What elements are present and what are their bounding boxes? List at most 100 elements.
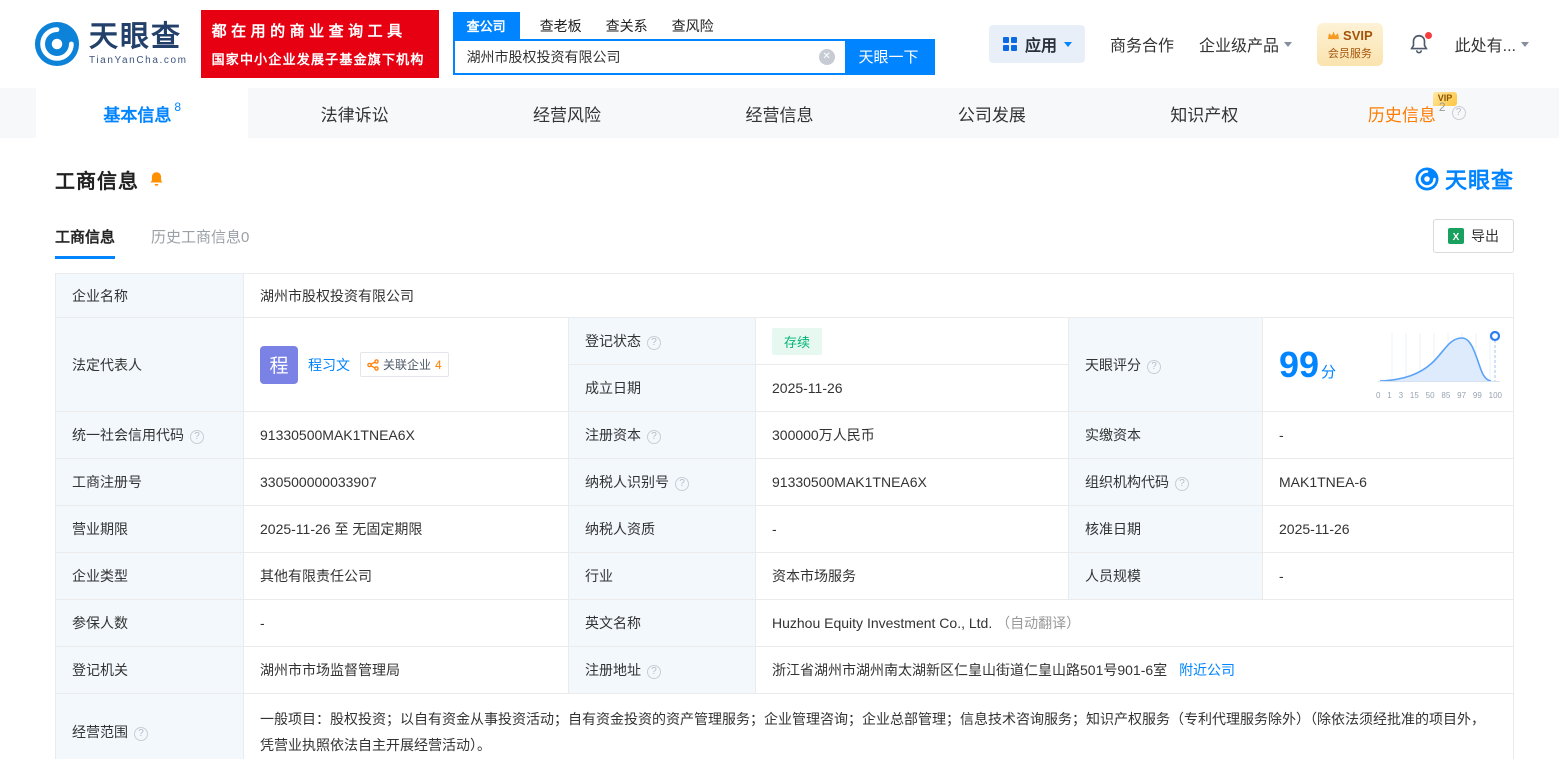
main-content: 工商信息 天眼查 工商信息 历史工商信息0 X 导出 企业名称 湖州市股权投资有… xyxy=(0,138,1559,759)
more-menu[interactable]: 此处有... xyxy=(1455,32,1529,56)
tab-operation-info[interactable]: 经营信息 xyxy=(673,88,885,138)
tab-legal-proceedings[interactable]: 法律诉讼 xyxy=(248,88,460,138)
banner-line1: 都在用的商业查询工具 xyxy=(211,23,407,40)
tianyancha-logo-icon xyxy=(34,21,80,67)
svip-label: SVIP xyxy=(1343,27,1373,43)
export-button[interactable]: X 导出 xyxy=(1433,219,1514,253)
help-icon[interactable] xyxy=(134,727,148,741)
taxpayer-id-value: 91330500MAK1TNEA6X xyxy=(755,458,1069,506)
tianyancha-logo-icon xyxy=(1415,167,1439,191)
main-nav-tabs: 基本信息 8 法律诉讼 经营风险 经营信息 公司发展 知识产权 VIP 历史信息… xyxy=(0,88,1559,138)
legal-rep-avatar[interactable]: 程 xyxy=(260,345,298,384)
related-companies-badge[interactable]: 关联企业 4 xyxy=(360,352,449,377)
help-icon[interactable] xyxy=(647,336,661,350)
apps-button[interactable]: 应用 xyxy=(988,25,1085,63)
staff-size-label: 人员规模 xyxy=(1068,552,1263,600)
org-code-label: 组织机构代码 xyxy=(1085,474,1169,490)
promo-banner: 都在用的商业查询工具 国家中小企业发展子基金旗下机构 xyxy=(200,10,439,78)
brand-name: 天眼查 xyxy=(89,20,183,53)
table-row: 企业类型 其他有限责任公司 行业 资本市场服务 人员规模 - xyxy=(55,552,1514,600)
tianyancha-logo[interactable]: 天眼查 TianYanCha.com xyxy=(34,21,188,67)
company-name-label: 企业名称 xyxy=(55,273,244,318)
subscribe-bell-button[interactable] xyxy=(148,171,165,188)
section-title: 工商信息 xyxy=(55,170,139,193)
score-chart[interactable]: 0 1 3 15 50 85 97 99 100 xyxy=(1375,329,1503,400)
search-button[interactable]: 天眼一下 xyxy=(844,40,933,73)
reg-capital-label-cell: 注册资本 xyxy=(568,411,756,459)
table-row: 企业名称 湖州市股权投资有限公司 xyxy=(55,273,1514,318)
tab-count: 2 xyxy=(1438,100,1446,114)
chevron-down-icon xyxy=(1064,41,1072,47)
tab-label: 法律诉讼 xyxy=(320,105,389,125)
tab-basic-info[interactable]: 基本信息 8 xyxy=(36,88,249,138)
subtab-history-business-info[interactable]: 历史工商信息0 xyxy=(151,226,249,259)
english-name-value-cell: Huzhou Equity Investment Co., Ltd. （自动翻译… xyxy=(755,599,1514,647)
help-icon[interactable] xyxy=(1147,359,1161,374)
search-tab-relation[interactable]: 查关系 xyxy=(606,16,648,39)
tab-company-development[interactable]: 公司发展 xyxy=(886,88,1098,138)
search-tab-company[interactable]: 查公司 xyxy=(452,11,520,39)
chart-tick: 85 xyxy=(1441,391,1451,400)
tab-intellectual-property[interactable]: 知识产权 xyxy=(1098,88,1310,138)
help-icon[interactable] xyxy=(675,477,689,491)
table-row: 登记机关 湖州市市场监督管理局 注册地址 浙江省湖州市湖州南太湖新区仁皇山街道仁… xyxy=(55,646,1514,694)
english-name-value: Huzhou Equity Investment Co., Ltd. xyxy=(772,615,993,631)
chart-tick: 97 xyxy=(1457,391,1467,400)
help-icon[interactable] xyxy=(1175,477,1189,491)
clear-icon[interactable] xyxy=(818,48,835,65)
search-area: 查公司 查老板 查关系 查风险 天眼一下 xyxy=(452,11,935,75)
enterprise-products-link[interactable]: 企业级产品 xyxy=(1199,32,1293,56)
brand-domain: TianYanCha.com xyxy=(89,55,188,67)
tab-label: 公司发展 xyxy=(957,105,1026,125)
search-input[interactable] xyxy=(454,40,819,73)
score-label: 天眼评分 xyxy=(1085,356,1141,373)
established-value: 2025-11-26 xyxy=(755,364,1069,412)
business-term-value: 2025-11-26 至 无固定期限 xyxy=(243,505,569,553)
legal-rep-link[interactable]: 程习文 xyxy=(308,355,350,375)
table-row: 经营范围 一般项目：股权投资；以自有资金从事投资活动；自有资金投资的资产管理服务… xyxy=(55,693,1514,759)
reg-address-value-cell: 浙江省湖州市湖州南太湖新区仁皇山街道仁皇山路501号901-6室 附近公司 xyxy=(755,646,1514,694)
table-row: 营业期限 2025-11-26 至 无固定期限 纳税人资质 - 核准日期 202… xyxy=(55,505,1514,553)
score-pin-icon xyxy=(1489,330,1501,342)
help-icon[interactable] xyxy=(647,430,661,444)
svip-member-button[interactable]: SVIP 会员服务 xyxy=(1317,22,1383,66)
business-term-label: 营业期限 xyxy=(55,505,244,553)
chart-tick: 1 xyxy=(1387,391,1392,400)
chevron-down-icon xyxy=(1284,41,1293,47)
company-type-value: 其他有限责任公司 xyxy=(243,552,569,600)
crown-icon xyxy=(1328,30,1340,39)
export-label: 导出 xyxy=(1471,228,1499,244)
search-tab-risk[interactable]: 查风险 xyxy=(672,16,714,39)
business-scope-label: 经营范围 xyxy=(72,724,128,740)
help-icon[interactable] xyxy=(647,665,661,679)
apps-label: 应用 xyxy=(1024,38,1057,55)
score-curve-chart xyxy=(1378,330,1501,382)
reg-status-label-cell: 登记状态 xyxy=(568,317,756,365)
insured-count-value: - xyxy=(243,599,569,647)
reg-capital-label: 注册资本 xyxy=(585,427,641,443)
table-row: 法定代表人 程 程习文 关联企业 4 登记状态? 存续 天眼评分? 99 分 0… xyxy=(55,317,1514,412)
tab-label: 经营信息 xyxy=(745,105,814,125)
corner-brand-logo: 天眼查 xyxy=(1415,163,1514,195)
tab-history-info[interactable]: VIP 历史信息 2 xyxy=(1311,88,1523,138)
approval-date-value: 2025-11-26 xyxy=(1262,505,1514,553)
nearby-companies-link[interactable]: 附近公司 xyxy=(1179,662,1235,678)
svip-member-label: 会员服务 xyxy=(1327,47,1372,60)
tab-operation-risk[interactable]: 经营风险 xyxy=(461,88,673,138)
tab-count: 8 xyxy=(174,100,182,114)
org-code-value: MAK1TNEA-6 xyxy=(1262,458,1514,506)
auto-translate-note: （自动翻译） xyxy=(996,615,1081,631)
reg-status-label: 登记状态 xyxy=(585,333,641,349)
banner-line2: 国家中小企业发展子基金旗下机构 xyxy=(211,52,425,67)
business-cooperation-link[interactable]: 商务合作 xyxy=(1110,32,1174,56)
help-icon[interactable] xyxy=(190,430,204,444)
top-bar: 天眼查 TianYanCha.com 都在用的商业查询工具 国家中小企业发展子基… xyxy=(0,0,1559,88)
help-icon[interactable] xyxy=(1451,106,1466,120)
notifications-button[interactable] xyxy=(1408,32,1432,55)
tab-label: 历史信息 xyxy=(1367,105,1436,125)
search-tabs: 查公司 查老板 查关系 查风险 xyxy=(452,11,935,39)
search-tab-boss[interactable]: 查老板 xyxy=(540,16,582,39)
subtab-business-info[interactable]: 工商信息 xyxy=(55,226,116,259)
chart-tick: 15 xyxy=(1409,391,1419,400)
page: 天眼查 TianYanCha.com 都在用的商业查询工具 国家中小企业发展子基… xyxy=(0,0,1559,759)
